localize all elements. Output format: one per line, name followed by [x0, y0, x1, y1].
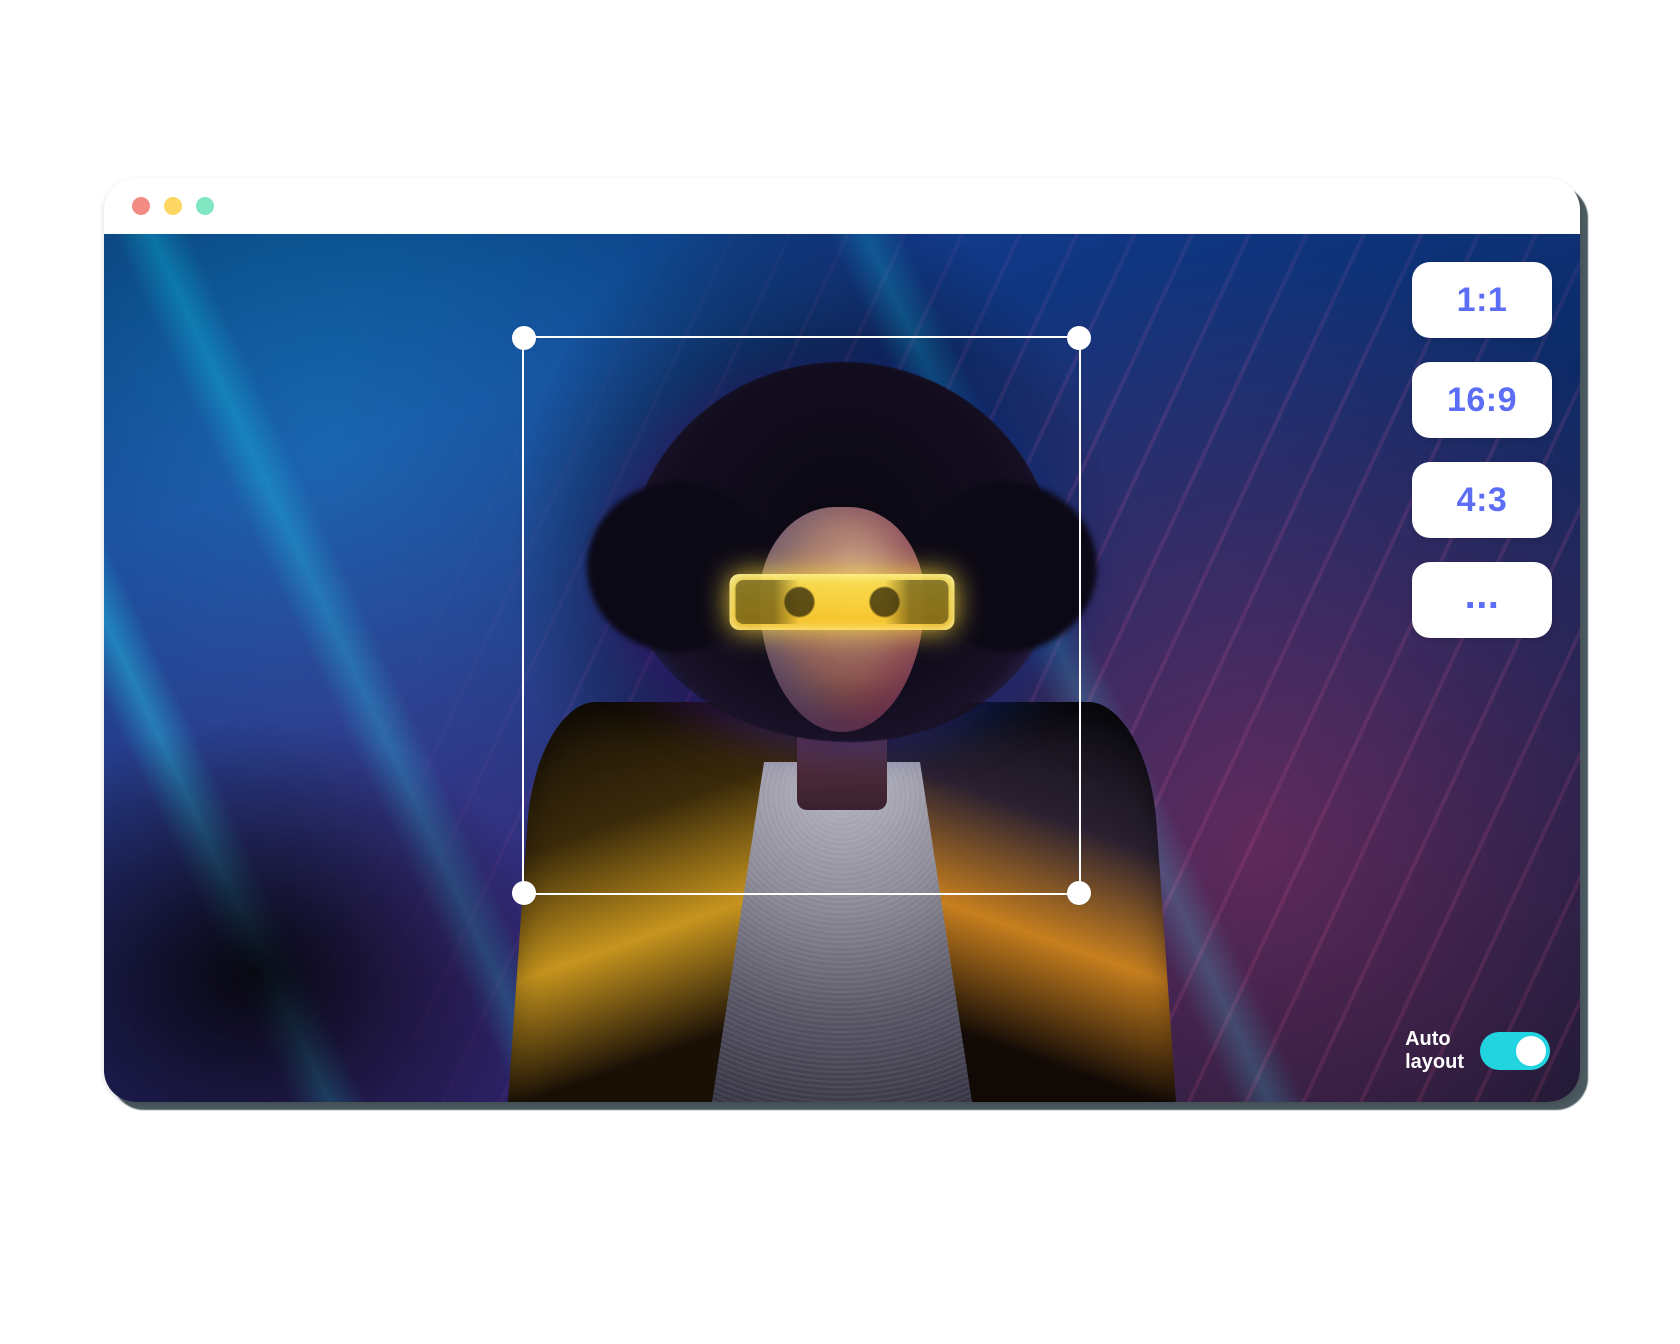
crop-handle-top-right[interactable]: [1067, 326, 1091, 350]
aspect-ratio-16-9[interactable]: 16:9: [1412, 362, 1552, 438]
editor-canvas[interactable]: 1:1 16:9 4:3 ... Auto layout: [104, 234, 1580, 1102]
app-window: 1:1 16:9 4:3 ... Auto layout: [104, 178, 1580, 1102]
window-minimize-icon[interactable]: [164, 197, 182, 215]
crop-handle-top-left[interactable]: [512, 326, 536, 350]
aspect-ratio-4-3[interactable]: 4:3: [1412, 462, 1552, 538]
crop-selection[interactable]: [522, 336, 1081, 895]
auto-layout-toggle[interactable]: [1480, 1032, 1550, 1070]
window-close-icon[interactable]: [132, 197, 150, 215]
image-foreground-blur: [104, 722, 564, 1102]
aspect-ratio-more[interactable]: ...: [1412, 562, 1552, 638]
crop-handle-bottom-right[interactable]: [1067, 881, 1091, 905]
crop-handle-bottom-left[interactable]: [512, 881, 536, 905]
aspect-ratio-panel: 1:1 16:9 4:3 ...: [1412, 262, 1552, 638]
auto-layout-label: Auto layout: [1405, 1028, 1464, 1074]
window-maximize-icon[interactable]: [196, 197, 214, 215]
toggle-knob-icon: [1516, 1036, 1546, 1066]
auto-layout-control: Auto layout: [1405, 1028, 1550, 1074]
window-titlebar: [104, 178, 1580, 234]
aspect-ratio-1-1[interactable]: 1:1: [1412, 262, 1552, 338]
